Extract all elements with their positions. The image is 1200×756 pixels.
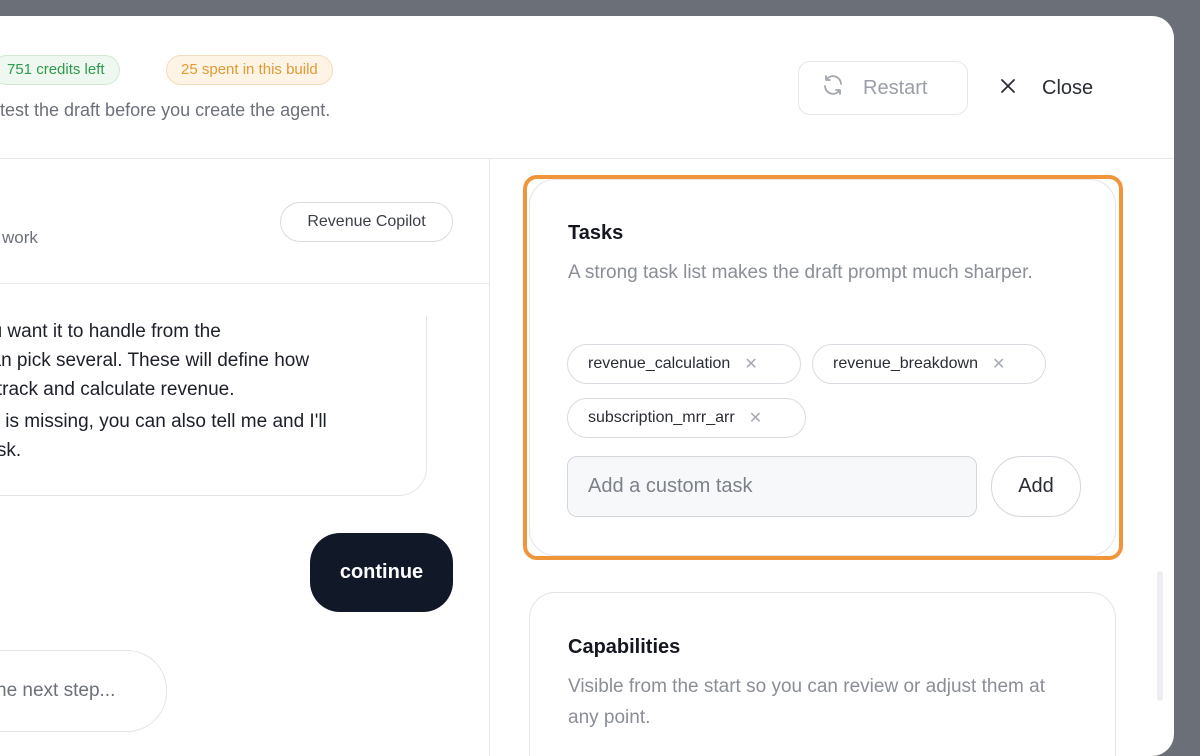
credits-left-badge: 751 credits left	[0, 55, 120, 85]
restart-button[interactable]: Restart	[798, 61, 968, 115]
header-divider	[0, 158, 1174, 159]
capabilities-description: Visible from the start so you can review…	[568, 676, 1045, 728]
task-chip-label: revenue_calculation	[588, 355, 731, 372]
spent-badge: 25 spent in this build	[166, 55, 333, 85]
scrollbar[interactable]	[1157, 571, 1163, 701]
agent-builder-modal: 751 credits left 25 spent in this build …	[0, 16, 1174, 756]
chat-input[interactable]: he next step...	[0, 650, 167, 732]
agent-name-pill[interactable]: Revenue Copilot	[280, 202, 453, 242]
remove-icon[interactable]: ✕	[992, 354, 1005, 374]
chat-header-divider	[0, 283, 489, 284]
add-task-button[interactable]: Add	[991, 456, 1081, 517]
tasks-description: A strong task list makes the draft promp…	[568, 262, 1033, 283]
header-subtitle: test the draft before you create the age…	[0, 100, 331, 120]
task-chip-label: revenue_breakdown	[833, 355, 978, 372]
custom-task-input[interactable]	[567, 456, 977, 517]
message-line: task.	[0, 440, 22, 461]
task-chip[interactable]: revenue_breakdown ✕	[812, 344, 1046, 384]
remove-icon[interactable]: ✕	[744, 354, 757, 374]
close-label: Close	[1042, 76, 1094, 99]
message-line: ou want it to handle from the	[0, 321, 221, 342]
message-line: fic is missing, you can also tell me and…	[0, 411, 327, 432]
tasks-card: Tasks A strong task list makes the draft…	[529, 179, 1116, 556]
message-line: can pick several. These will define how	[0, 350, 310, 371]
capabilities-card: Capabilities Visible from the start so y…	[529, 592, 1116, 756]
message-line: u track and calculate revenue.	[0, 379, 235, 400]
close-button[interactable]: Close	[1000, 61, 1093, 115]
task-chip[interactable]: subscription_mrr_arr ✕	[567, 398, 806, 438]
task-chip[interactable]: revenue_calculation ✕	[567, 344, 801, 384]
assistant-message-bubble: ou want it to handle from the can pick s…	[0, 316, 427, 496]
restart-label: Restart	[863, 76, 928, 99]
capabilities-title: Capabilities	[568, 636, 681, 658]
task-chip-label: subscription_mrr_arr	[588, 409, 735, 426]
continue-button[interactable]: continue	[310, 533, 453, 612]
close-icon	[1000, 77, 1016, 100]
refresh-icon	[821, 73, 845, 103]
panel-divider	[489, 159, 490, 756]
remove-icon[interactable]: ✕	[749, 408, 762, 428]
agent-description: work	[2, 228, 38, 247]
tasks-title: Tasks	[568, 222, 624, 244]
